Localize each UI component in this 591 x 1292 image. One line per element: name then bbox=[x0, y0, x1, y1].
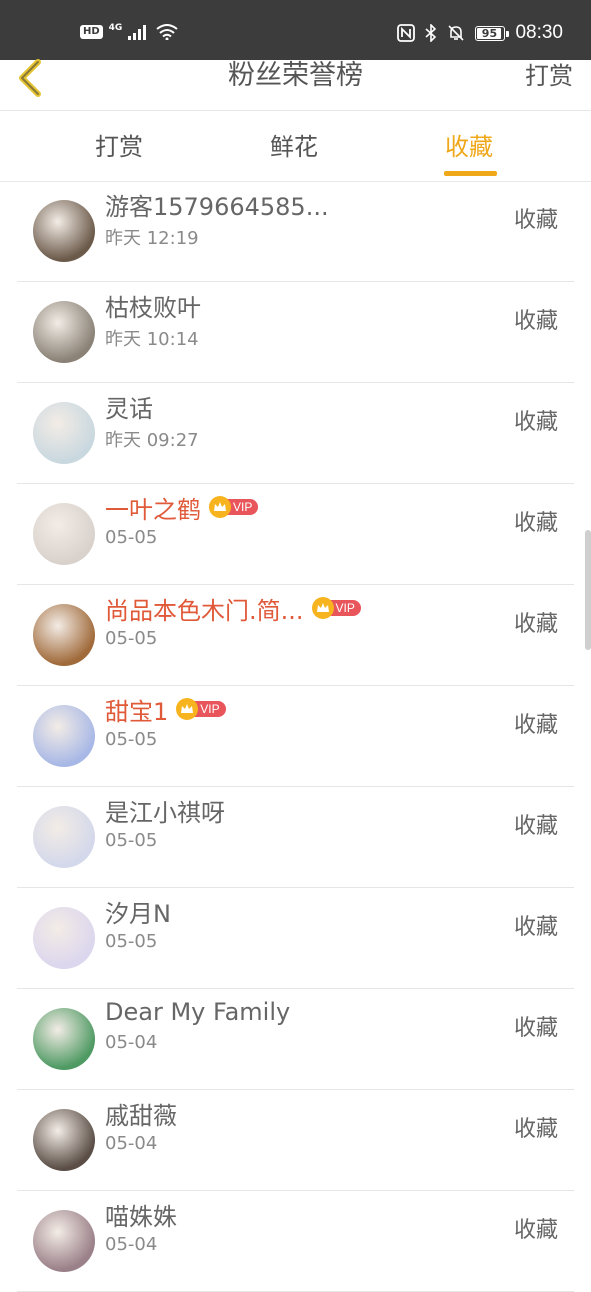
list-item[interactable]: 喵姝姝 05-04 收藏 bbox=[17, 1191, 574, 1292]
fan-list: 游客1579664585... 昨天 12:19 收藏 枯枝败叶 昨天 10:14 收藏灵… bbox=[17, 181, 574, 1292]
list-item[interactable]: 甜宝1 VIP 05-05 收藏 bbox=[17, 686, 574, 787]
status-bar: HD 4G 95 08:30 bbox=[0, 0, 591, 60]
avatar[interactable] bbox=[33, 200, 95, 262]
favorite-label: 收藏 bbox=[513, 1117, 558, 1142]
timestamp: 昨天 12:19 bbox=[105, 228, 199, 249]
user-name: 灵话 bbox=[105, 394, 153, 423]
nfc-icon bbox=[397, 24, 416, 42]
avatar[interactable] bbox=[33, 705, 95, 767]
bluetooth-icon bbox=[425, 24, 437, 42]
favorite-label: 收藏 bbox=[513, 1218, 558, 1243]
name-line: 甜宝1 VIP bbox=[105, 692, 226, 726]
avatar[interactable] bbox=[33, 806, 95, 868]
status-right: 95 08:30 bbox=[397, 22, 563, 44]
list-item[interactable]: 尚品本色木门.简... VIP 05-05 收藏 bbox=[17, 585, 574, 686]
scrollbar[interactable] bbox=[585, 530, 591, 650]
vip-badge: VIP bbox=[311, 597, 361, 619]
timestamp: 05-04 bbox=[105, 1234, 158, 1255]
crown-icon bbox=[311, 597, 334, 619]
timestamp: 05-05 bbox=[105, 527, 158, 548]
name-line: 尚品本色木门.简... VIP bbox=[105, 591, 361, 625]
avatar[interactable] bbox=[33, 907, 95, 969]
battery-icon: 95 bbox=[475, 25, 510, 41]
tab-bar: 打赏 鲜花 收藏 bbox=[0, 111, 591, 182]
tab-favorites[interactable]: 收藏 bbox=[445, 131, 493, 163]
favorite-label: 收藏 bbox=[513, 713, 558, 738]
user-name: 喵姝姝 bbox=[105, 1202, 177, 1231]
favorite-label: 收藏 bbox=[513, 309, 558, 334]
user-name: 尚品本色木门.简... bbox=[105, 596, 304, 625]
name-line: 是江小祺呀 bbox=[105, 793, 225, 827]
hd-badge: HD bbox=[80, 25, 103, 39]
timestamp: 05-05 bbox=[105, 729, 158, 750]
list-item[interactable]: 灵话昨天 09:27 收藏 bbox=[17, 383, 574, 484]
avatar[interactable] bbox=[33, 1109, 95, 1171]
favorite-label: 收藏 bbox=[513, 511, 558, 536]
list-item[interactable]: Dear My Family 05-04 收藏 bbox=[17, 989, 574, 1090]
timestamp: 05-04 bbox=[105, 1032, 158, 1053]
avatar[interactable] bbox=[33, 1008, 95, 1070]
name-line: 喵姝姝 bbox=[105, 1197, 177, 1231]
timestamp: 05-05 bbox=[105, 931, 158, 952]
name-line: 戚甜薇 bbox=[105, 1096, 177, 1130]
list-item[interactable]: 戚甜薇 05-04 收藏 bbox=[17, 1090, 574, 1191]
mute-bell-icon bbox=[448, 25, 465, 41]
status-left: HD 4G bbox=[80, 23, 178, 40]
tab-active-indicator bbox=[444, 171, 497, 176]
name-line: 灵话 bbox=[105, 389, 153, 423]
timestamp: 05-04 bbox=[105, 1133, 158, 1154]
timestamp: 昨天 10:14 bbox=[105, 329, 199, 350]
user-name: 汐月N bbox=[105, 899, 171, 928]
list-item[interactable]: 是江小祺呀 05-05 收藏 bbox=[17, 787, 574, 888]
avatar[interactable] bbox=[33, 604, 95, 666]
signal-icon bbox=[128, 25, 147, 40]
avatar[interactable] bbox=[33, 402, 95, 464]
page-title: 粉丝荣誉榜 bbox=[228, 60, 363, 91]
favorite-label: 收藏 bbox=[513, 612, 558, 637]
name-line: 游客1579664585... bbox=[105, 187, 329, 221]
favorite-label: 收藏 bbox=[513, 915, 558, 940]
list-item[interactable]: 游客1579664585... 昨天 12:19 收藏 bbox=[17, 181, 574, 282]
timestamp: 05-05 bbox=[105, 830, 158, 851]
user-name: 枯枝败叶 bbox=[105, 293, 201, 322]
tab-flowers[interactable]: 鲜花 bbox=[270, 131, 318, 163]
clock: 08:30 bbox=[515, 22, 563, 43]
list-item[interactable]: 枯枝败叶昨天 10:14 收藏 bbox=[17, 282, 574, 383]
avatar[interactable] bbox=[33, 1210, 95, 1272]
list-item[interactable]: 汐月N 05-05 收藏 bbox=[17, 888, 574, 989]
avatar[interactable] bbox=[33, 503, 95, 565]
header-reward-button[interactable]: 打赏 bbox=[525, 60, 573, 92]
name-line: 枯枝败叶 bbox=[105, 288, 201, 322]
header: 粉丝荣誉榜 打赏 bbox=[0, 59, 591, 111]
favorite-label: 收藏 bbox=[513, 208, 558, 233]
user-name: 甜宝1 bbox=[105, 697, 169, 726]
user-name: Dear My Family bbox=[105, 998, 291, 1026]
favorite-label: 收藏 bbox=[513, 410, 558, 435]
favorite-label: 收藏 bbox=[513, 1016, 558, 1041]
battery-level: 95 bbox=[481, 26, 498, 40]
timestamp: 昨天 09:27 bbox=[105, 430, 199, 451]
user-name: 游客1579664585... bbox=[105, 192, 329, 221]
vip-badge: VIP bbox=[176, 698, 226, 720]
crown-icon bbox=[209, 496, 231, 518]
network-label: 4G bbox=[108, 23, 123, 33]
timestamp: 05-05 bbox=[105, 628, 158, 649]
list-item[interactable]: 一叶之鹤 VIP 05-05 收藏 bbox=[17, 484, 574, 585]
user-name: 一叶之鹤 bbox=[105, 495, 201, 524]
name-line: 一叶之鹤 VIP bbox=[105, 490, 259, 524]
user-name: 戚甜薇 bbox=[105, 1101, 177, 1130]
wifi-icon bbox=[156, 24, 178, 40]
vip-badge: VIP bbox=[209, 496, 259, 518]
avatar[interactable] bbox=[33, 301, 95, 363]
favorite-label: 收藏 bbox=[513, 814, 558, 839]
user-name: 是江小祺呀 bbox=[105, 798, 225, 827]
name-line: 汐月N bbox=[105, 894, 171, 928]
tab-reward[interactable]: 打赏 bbox=[95, 131, 143, 163]
name-line: Dear My Family bbox=[105, 995, 290, 1029]
